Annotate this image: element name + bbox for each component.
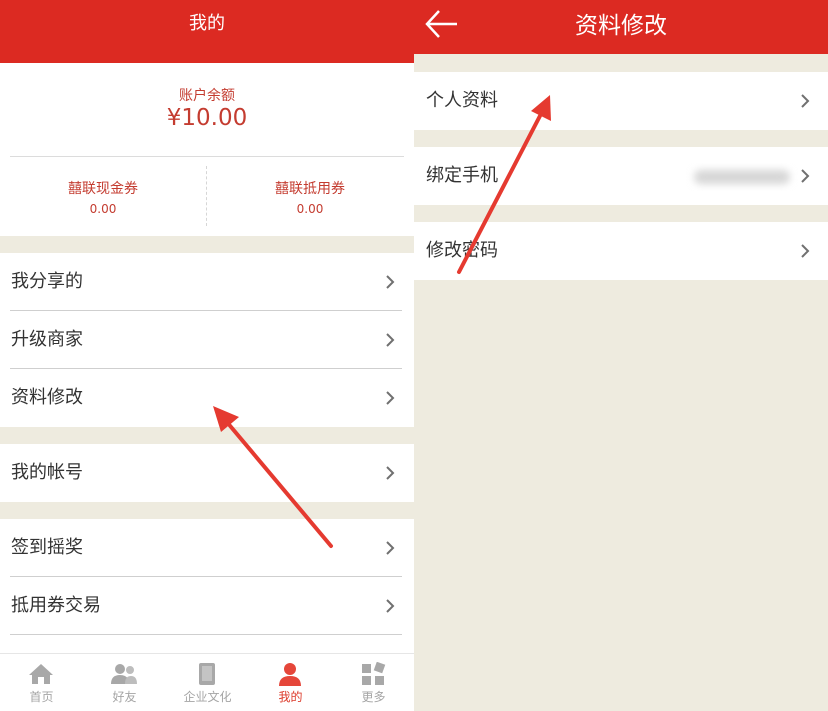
cash-coupon-value: 0.00 [89,202,117,216]
tab-more[interactable]: 更多 [332,654,414,711]
balance-label: 账户余额 [179,88,235,104]
tab-mine[interactable]: 我的 [249,654,332,711]
balance-amount: ¥10.00 [166,105,248,131]
tab-friends[interactable]: 好友 [83,654,166,711]
menu-item-checkin[interactable]: 签到摇奖 [0,519,414,577]
grid-icon [362,662,386,685]
menu-item-label: 我分享的 [11,271,83,292]
menu-item-label: 升级商家 [11,329,83,350]
tab-home[interactable]: 首页 [0,654,83,711]
edit-profile-header: 资料修改 [414,0,828,54]
menu-item-label: 签到摇奖 [11,537,83,558]
my-page-header: 我的 [0,0,414,63]
tab-label: 好友 [112,690,137,704]
menu-item-label: 我的帐号 [11,462,83,483]
menu-item-label: 抵用券交易 [11,595,101,616]
menu-item-edit-profile[interactable]: 资料修改 [0,369,414,427]
tab-label: 更多 [361,690,386,704]
chevron-right-icon [386,541,395,555]
edit-profile-panel: 资料修改 个人资料 绑定手机 修改密码 [414,0,828,711]
balance-card: 账户余额 ¥10.00 囍联现金券 0.00 囍联抵用券 0.00 [0,63,414,236]
book-icon [199,663,215,685]
chevron-right-icon [386,391,395,405]
chevron-right-icon [386,275,395,289]
page-title: 资料修改 [575,13,667,39]
balance-divider [10,156,404,157]
item-change-password[interactable]: 修改密码 [414,222,828,280]
deduction-coupon[interactable]: 囍联抵用券 0.00 [207,180,413,218]
menu-spacer [0,635,414,653]
my-page-panel: 我的 账户余额 ¥10.00 囍联现金券 0.00 囍联抵用券 0.00 我分享… [0,0,414,711]
person-icon [279,663,301,686]
deduction-coupon-label: 囍联抵用券 [275,181,345,197]
menu-item-upgrade[interactable]: 升级商家 [0,311,414,369]
chevron-right-icon [801,94,810,108]
chevron-right-icon [386,599,395,613]
friends-icon [111,664,137,684]
cash-coupon[interactable]: 囍联现金券 0.00 [0,180,206,218]
menu-item-coupon-trade[interactable]: 抵用券交易 [0,577,414,635]
item-personal-info[interactable]: 个人资料 [414,72,828,130]
item-label: 修改密码 [426,240,498,261]
chevron-right-icon [801,169,810,183]
tab-label: 首页 [29,690,54,704]
item-label: 绑定手机 [426,165,498,186]
tab-label: 企业文化 [183,690,232,704]
home-icon [29,664,53,684]
menu-item-account[interactable]: 我的帐号 [0,444,414,502]
menu-item-label: 资料修改 [11,387,83,408]
back-arrow-icon[interactable] [424,4,460,44]
blurred-phone-number [694,170,790,184]
chevron-right-icon [386,466,395,480]
cash-coupon-label: 囍联现金券 [68,181,138,197]
item-label: 个人资料 [426,90,498,111]
page-title: 我的 [189,13,225,34]
deduction-coupon-value: 0.00 [296,202,324,216]
menu-item-share[interactable]: 我分享的 [0,253,414,311]
tab-culture[interactable]: 企业文化 [166,654,249,711]
chevron-right-icon [801,244,810,258]
chevron-right-icon [386,333,395,347]
tab-label: 我的 [278,690,303,704]
bottom-tab-bar: 首页 好友 企业文化 我的 更多 [0,653,414,711]
